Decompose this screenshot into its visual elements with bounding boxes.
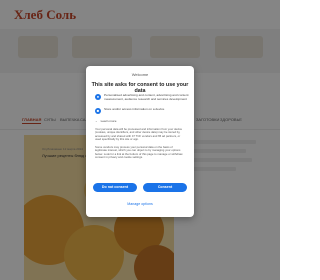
learn-more-label: Learn more xyxy=(100,119,117,123)
do-not-consent-button[interactable]: Do not consent xyxy=(93,183,137,192)
person-icon: ● xyxy=(95,94,101,100)
chevron-down-icon: ⌄ xyxy=(95,119,98,123)
device-icon: ■ xyxy=(95,108,101,114)
dialog-header: Welcome xyxy=(131,72,149,77)
consent-body-paragraph-2: Some vendors may process your personal d… xyxy=(95,145,183,160)
permission-text: Store and/or access information on a dev… xyxy=(104,107,165,111)
consent-body-paragraph-1: Your personal data will be processed and… xyxy=(95,127,183,142)
consent-dialog: Welcome This site asks for consent to us… xyxy=(86,66,194,217)
manage-options-link[interactable]: Manage options xyxy=(86,202,194,206)
consent-button[interactable]: Consent xyxy=(143,183,187,192)
permission-text: Personalised advertising and content, ad… xyxy=(104,93,189,101)
learn-more-toggle[interactable]: ⌄ Learn more xyxy=(95,119,116,123)
